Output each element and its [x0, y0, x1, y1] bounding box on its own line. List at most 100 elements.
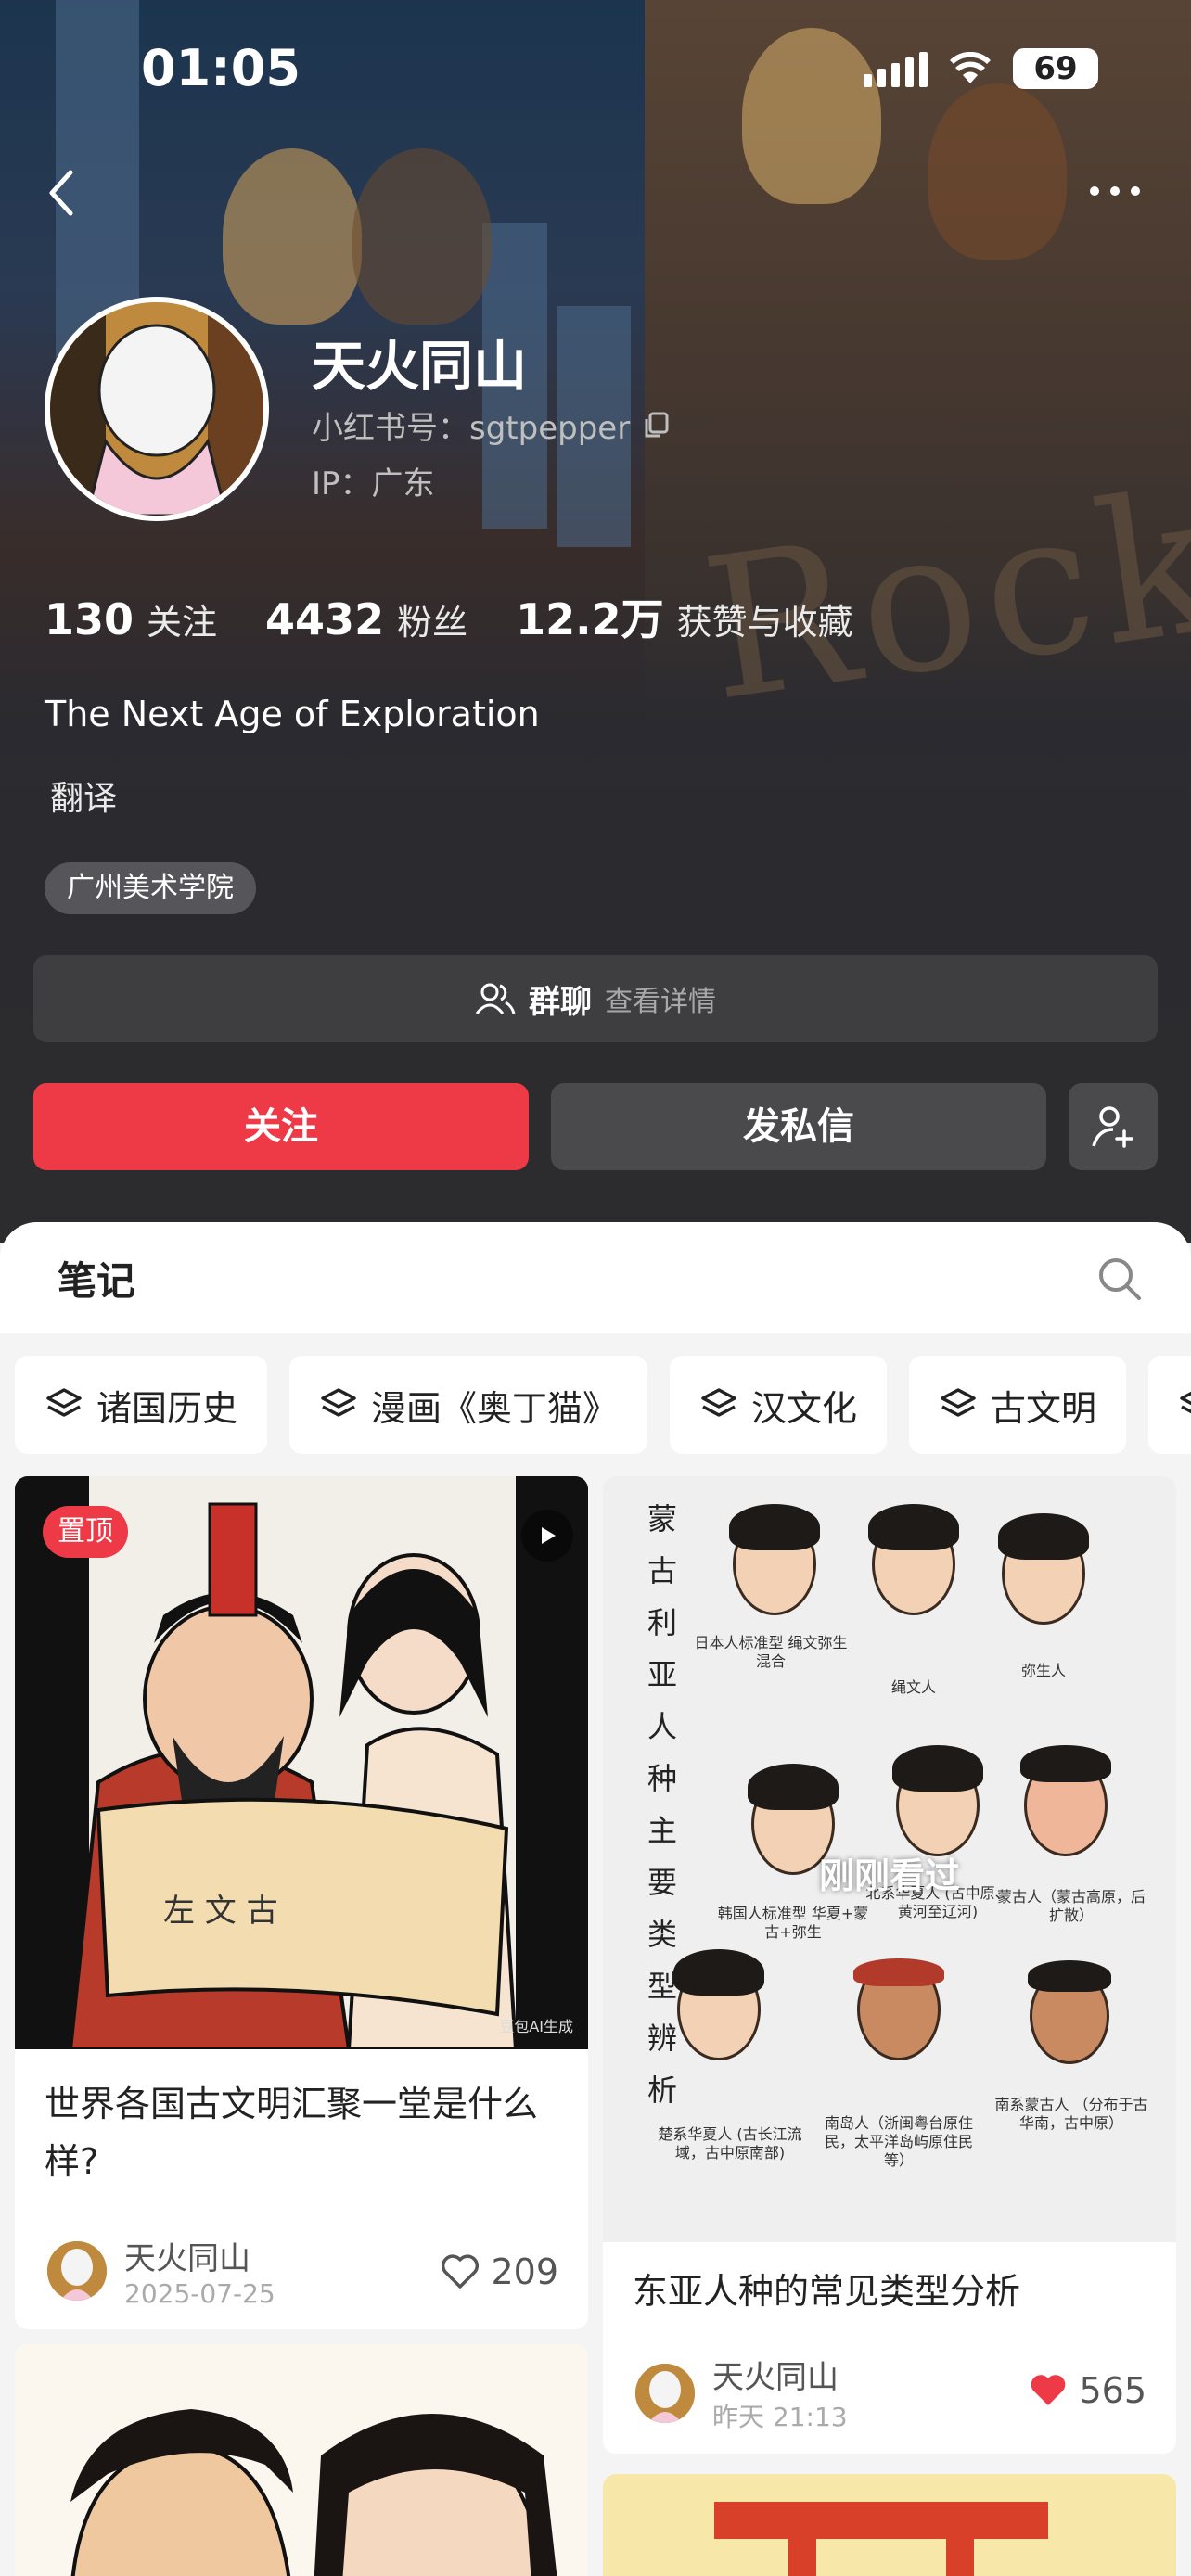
- note-author[interactable]: 天火同山 昨天 21:13: [633, 2352, 848, 2434]
- layers-icon: [1180, 1391, 1191, 1414]
- profile-name: 天火同山: [312, 335, 528, 398]
- more-button[interactable]: [1087, 182, 1143, 204]
- collection-chip[interactable]: 诸国历史: [15, 1356, 268, 1454]
- background-figure: [223, 148, 362, 325]
- svg-text:左 文 古: 左 文 古: [163, 1893, 278, 1930]
- layers-icon: [701, 1388, 736, 1417]
- back-button[interactable]: [45, 167, 78, 223]
- group-users-icon: [475, 983, 516, 1014]
- background-figure: [742, 28, 881, 204]
- stat-label: 粉丝: [397, 602, 468, 643]
- tab-notes[interactable]: 笔记: [58, 1250, 135, 1307]
- note-cover-illustration: [15, 2344, 588, 2576]
- cover-caption: 日本人标准型 绳文弥生混合: [694, 1634, 848, 1670]
- collection-chip[interactable]: [1148, 1356, 1191, 1454]
- profile-bio: The Next Age of Exploration: [45, 694, 540, 734]
- layers-icon: [321, 1388, 356, 1417]
- search-icon: [1099, 1258, 1141, 1300]
- note-date: 2025-07-25: [124, 2278, 275, 2309]
- like-button[interactable]: 209: [441, 2251, 558, 2292]
- note-card[interactable]: 蒙古利亚人种主要类型辨析 日本人标准型 绳文弥生混合 绳文人 弥生人 韩国人标准…: [603, 1476, 1176, 2454]
- background-figure: [352, 148, 492, 325]
- hair-illustration: [892, 1745, 983, 1792]
- stat-number: 130: [45, 594, 134, 644]
- message-button[interactable]: 发私信: [551, 1083, 1046, 1170]
- copy-icon[interactable]: [643, 412, 669, 440]
- add-friend-button[interactable]: [1069, 1083, 1158, 1170]
- note-cover-image: 左 文 古 置顶 豆包AI生成: [15, 1476, 588, 2049]
- like-button[interactable]: 565: [1029, 2370, 1146, 2411]
- group-chat-detail: 查看详情: [605, 986, 716, 1018]
- author-name: 天火同山: [712, 2359, 839, 2396]
- author-name: 天火同山: [124, 2240, 250, 2277]
- collection-chip[interactable]: 漫画《奥丁猫》: [289, 1356, 648, 1454]
- cover-caption: 弥生人: [1020, 1662, 1066, 1679]
- content-sheet: 笔记 诸国历史 漫画《奥丁猫》 汉文化 古文明 左 文 古 置顶 豆包AI生成 …: [0, 1222, 1191, 2576]
- note-title: 东亚人种的常见类型分析: [633, 2271, 1021, 2312]
- play-icon: [542, 1527, 556, 1544]
- pinned-badge: 置顶: [43, 1506, 128, 1558]
- red-id: 小红书号：sgtpepper: [312, 410, 631, 447]
- collection-chip-label: 汉文化: [751, 1387, 858, 1429]
- note-cover-image: 蒙古利亚人种主要类型辨析 日本人标准型 绳文弥生混合 绳文人 弥生人 韩国人标准…: [603, 1476, 1176, 2242]
- like-count: 565: [1079, 2370, 1146, 2411]
- layers-icon: [46, 1388, 82, 1417]
- note-author[interactable]: 天火同山 2025-07-25: [45, 2233, 275, 2309]
- stat-followers[interactable]: 4432 粉丝: [265, 593, 467, 644]
- ip-location: IP：广东: [312, 465, 435, 503]
- headband-illustration: [853, 1958, 944, 1986]
- author-avatar: [45, 2238, 109, 2303]
- avatar-illustration: [50, 302, 263, 516]
- background-figure: [928, 83, 1067, 260]
- collection-chips: 诸国历史 漫画《奥丁猫》 汉文化 古文明: [15, 1356, 1191, 1454]
- layers-icon: [941, 1388, 976, 1417]
- video-indicator: [521, 1510, 573, 1562]
- recently-viewed-label: 刚刚看过: [818, 1855, 960, 1896]
- stat-number: 4432: [265, 594, 385, 644]
- note-cover-illustration: 左 文 古: [15, 1476, 588, 2049]
- note-cover-illustration: [603, 2474, 1176, 2576]
- collection-chip-label: 诸国历史: [96, 1387, 238, 1429]
- note-card[interactable]: [603, 2474, 1176, 2576]
- red-id-row: 小红书号：sgtpepper: [312, 402, 669, 448]
- group-chat-title: 群聊: [529, 983, 592, 1021]
- signal-icon: [864, 50, 928, 87]
- profile-avatar[interactable]: [45, 297, 269, 521]
- battery-indicator: 69: [1013, 48, 1098, 89]
- stat-following[interactable]: 130 关注: [45, 593, 217, 644]
- cover-caption: 韩国人标准型 华夏+蒙古+弥生: [717, 1905, 869, 1941]
- more-dots-icon: [1090, 186, 1140, 196]
- collection-chip[interactable]: 古文明: [909, 1356, 1127, 1454]
- collection-chip-label: 古文明: [991, 1387, 1097, 1429]
- translate-link[interactable]: 翻译: [50, 772, 117, 820]
- stat-label: 获赞与收藏: [676, 602, 853, 643]
- stat-likes-collections[interactable]: 12.2万 获赞与收藏: [516, 586, 853, 647]
- follow-button[interactable]: 关注: [33, 1083, 529, 1170]
- ai-watermark: 豆包AI生成: [499, 2018, 573, 2035]
- heart-filled-icon: [1031, 2375, 1066, 2405]
- stat-label: 关注: [147, 602, 218, 643]
- author-avatar: [633, 2360, 698, 2426]
- heart-outline-icon: [442, 2254, 480, 2289]
- status-icons: 69: [864, 48, 1098, 89]
- note-date: 昨天 21:13: [712, 2402, 848, 2432]
- group-chat-bar[interactable]: 群聊 查看详情: [33, 955, 1158, 1042]
- hair-illustration: [1020, 1745, 1111, 1782]
- collection-chip-label: 漫画《奥丁猫》: [371, 1387, 619, 1429]
- hair-illustration: [998, 1513, 1089, 1560]
- hair-illustration: [748, 1764, 839, 1810]
- profile-stats: 130 关注 4432 粉丝 12.2万 获赞与收藏: [45, 586, 902, 647]
- tab-bar: 笔记: [0, 1222, 1191, 1333]
- add-user-icon: [1092, 1106, 1133, 1148]
- school-tag[interactable]: 广州美术学院: [45, 862, 256, 914]
- hair-illustration: [868, 1504, 959, 1550]
- status-time: 01:05: [141, 39, 301, 97]
- cover-caption: 楚系华夏人 (古长江流域，古中原南部): [658, 2125, 802, 2162]
- cover-caption: 南系蒙古人 （分布于古华南，古中原）: [994, 2096, 1148, 2132]
- note-card[interactable]: [15, 2344, 588, 2576]
- collection-chip[interactable]: 汉文化: [670, 1356, 888, 1454]
- note-title: 世界各国古文明汇聚一堂是什么样?: [45, 2084, 539, 2182]
- chevron-left-icon: [49, 170, 73, 216]
- note-card[interactable]: 左 文 古 置顶 豆包AI生成 世界各国古文明汇聚一堂是什么样? 天火同山 20…: [15, 1476, 588, 2329]
- search-button[interactable]: [1096, 1256, 1143, 1306]
